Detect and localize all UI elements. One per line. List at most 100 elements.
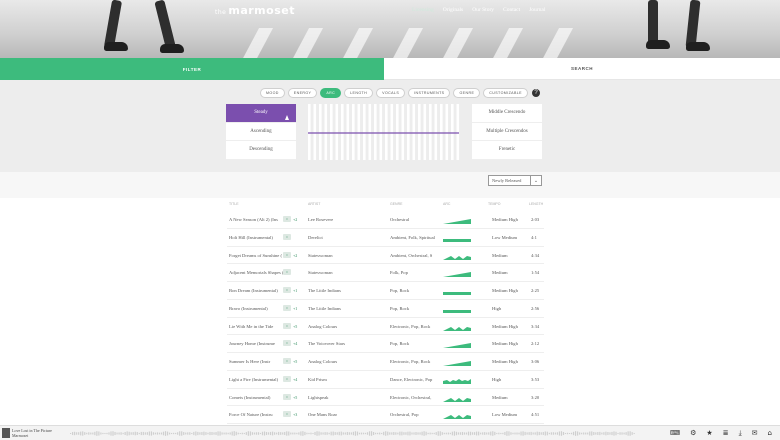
table-row[interactable]: Force Of Nature (Instru One Mans Roar Orch…: [227, 406, 544, 424]
alternate-versions-count[interactable]: +5: [293, 359, 297, 364]
filter-pill-length[interactable]: LENGTH: [344, 88, 374, 98]
waveform-bar: [243, 432, 245, 435]
alternate-versions-count[interactable]: +1: [293, 288, 297, 293]
table-row[interactable]: Comets (Instrumental) Lightspeak Electroni…: [227, 389, 544, 407]
help-icon[interactable]: ?: [532, 89, 540, 97]
track-title[interactable]: A New Season (Alt 2) (Ins: [229, 217, 283, 222]
track-artist[interactable]: Kid Prism: [308, 377, 327, 382]
stems-badge-icon[interactable]: ≡: [283, 358, 291, 364]
table-row[interactable]: Forget Dreams of Sunshine (Stateswoman Am…: [227, 247, 544, 265]
track-artist[interactable]: Lightspeak: [308, 395, 328, 400]
stems-badge-icon[interactable]: ≡: [283, 411, 291, 418]
column-length[interactable]: LENGTH: [529, 202, 543, 206]
nav-link-contact[interactable]: Contact: [503, 7, 520, 13]
table-row[interactable]: Lie With Me in the Tide Analog Colours Ele…: [227, 318, 544, 336]
table-row[interactable]: Summer Is Here (Instr Analog Colours Elect…: [227, 353, 544, 371]
alternate-versions-count[interactable]: +4: [293, 377, 297, 382]
track-title[interactable]: Forget Dreams of Sunshine (: [229, 253, 283, 258]
download-icon[interactable]: ⤓: [739, 429, 742, 437]
track-artist[interactable]: Lee Rosevere: [308, 217, 333, 222]
sliders-icon[interactable]: ⚙: [690, 429, 696, 437]
track-artist[interactable]: Analog Colours: [308, 359, 337, 364]
column-genre[interactable]: GENRE: [390, 202, 402, 206]
filter-pill-vocals[interactable]: VOCALS: [376, 88, 406, 98]
alternate-versions-count[interactable]: +2: [293, 253, 297, 258]
track-title[interactable]: Comets (Instrumental): [229, 395, 283, 400]
alternate-versions-count[interactable]: +3: [293, 412, 297, 417]
table-row[interactable]: Adjacent Memorials Shapes (Instru Statesw…: [227, 264, 544, 282]
album-thumbnail[interactable]: [2, 428, 10, 438]
nav-link-our-story[interactable]: Our Story: [472, 7, 494, 13]
track-title[interactable]: Lie With Me in the Tide: [229, 324, 283, 329]
track-title[interactable]: Adjacent Memorials Shapes (Instru: [229, 270, 283, 275]
arc-option-descending[interactable]: Descending: [226, 141, 296, 160]
table-row[interactable]: A New Season (Alt 2) (Ins Lee Rosevere Orc…: [227, 211, 544, 229]
star-icon[interactable]: ★: [706, 429, 712, 437]
column-tempo[interactable]: TEMPO: [488, 202, 500, 206]
waveform[interactable]: [70, 430, 635, 437]
table-row[interactable]: Holt Hill (Instrumental) Derelict Ambient,…: [227, 229, 544, 247]
track-title[interactable]: Bravo (Instrumental): [229, 306, 283, 311]
stems-badge-icon[interactable]: ≡: [283, 340, 291, 347]
filter-pill-arc[interactable]: ARC: [320, 88, 342, 98]
arc-preview-graph: [308, 104, 460, 160]
stems-badge-icon[interactable]: ≡: [283, 269, 291, 276]
keyboard-icon[interactable]: ⌨: [670, 429, 680, 437]
table-row[interactable]: Light a Fire (Instrumental) Kid Prism Danc…: [227, 371, 544, 389]
alternate-versions-count[interactable]: +5: [293, 324, 297, 329]
track-artist[interactable]: One Mans Roar: [308, 412, 337, 417]
filter-pill-genre[interactable]: GENRE: [453, 88, 481, 98]
track-artist[interactable]: Stateswoman: [308, 253, 333, 258]
arc-option-multiple-crescendos[interactable]: Multiple Crescendos: [472, 123, 542, 142]
site-logo[interactable]: the marmoset: [215, 4, 295, 17]
track-artist[interactable]: The Little Indians: [308, 306, 341, 311]
alternate-versions-count[interactable]: +4: [293, 341, 297, 346]
stems-badge-icon[interactable]: ≡: [283, 216, 291, 222]
alternate-versions-count[interactable]: +1: [293, 306, 297, 311]
alternate-versions-count[interactable]: +5: [293, 395, 297, 400]
stems-badge-icon[interactable]: ≡: [283, 287, 291, 293]
column-arc[interactable]: ARC: [443, 202, 450, 206]
arc-option-middle-crescendo[interactable]: Middle Crescendo: [472, 104, 542, 123]
track-artist[interactable]: The Voiceover Stars: [308, 341, 345, 346]
filter-pill-energy[interactable]: ENERGY: [287, 88, 318, 98]
stems-badge-icon[interactable]: ≡: [283, 322, 291, 329]
track-artist[interactable]: Analog Colours: [308, 324, 337, 329]
filter-pill-mood[interactable]: MOOD: [260, 88, 285, 98]
chat-icon[interactable]: ✉: [752, 429, 758, 437]
table-row[interactable]: Bravo (Instrumental) The Little Indians Po…: [227, 300, 544, 318]
stems-badge-icon[interactable]: ≡: [283, 375, 291, 382]
cart-icon[interactable]: ⌂: [768, 429, 772, 437]
stems-badge-icon[interactable]: ≡: [283, 393, 291, 400]
track-title[interactable]: Light a Fire (Instrumental): [229, 377, 283, 382]
arc-option-frenetic[interactable]: Frenetic: [472, 141, 542, 160]
track-artist[interactable]: The Little Indians: [308, 288, 341, 293]
code-icon[interactable]: ≣: [723, 429, 729, 437]
table-row[interactable]: Journey Home (Instrume The Voiceover Star…: [227, 335, 544, 353]
column-title[interactable]: TITLE: [229, 202, 239, 206]
tab-filter[interactable]: FILTER: [0, 58, 384, 80]
waveform-bar: [100, 432, 102, 435]
alternate-versions-count[interactable]: +2: [293, 217, 297, 222]
track-artist[interactable]: Stateswoman: [308, 270, 333, 275]
track-title[interactable]: Bon Dream (Instrumental): [229, 288, 283, 293]
stems-badge-icon[interactable]: ≡: [283, 304, 291, 311]
column-artist[interactable]: ARTIST: [308, 202, 320, 206]
track-title[interactable]: Journey Home (Instrume: [229, 341, 283, 346]
tab-search[interactable]: SEARCH: [384, 58, 780, 80]
stems-badge-icon[interactable]: ≡: [283, 233, 291, 240]
nav-link-journal[interactable]: Journal: [529, 7, 545, 13]
sort-select[interactable]: Newly Released ⌄: [488, 175, 542, 186]
arc-option-ascending[interactable]: Ascending: [226, 123, 296, 142]
stems-badge-icon[interactable]: ≡: [283, 251, 291, 258]
nav-link-licensing[interactable]: Licensing: [412, 7, 434, 13]
track-title[interactable]: Holt Hill (Instrumental): [229, 235, 283, 240]
filter-pill-customizable[interactable]: CUSTOMIZABLE: [483, 88, 528, 98]
track-title[interactable]: Summer Is Here (Instr: [229, 359, 283, 364]
track-artist[interactable]: Derelict: [308, 235, 323, 240]
filter-pill-instruments[interactable]: INSTRUMENTS: [408, 88, 451, 98]
track-title[interactable]: Force Of Nature (Instru: [229, 412, 283, 417]
table-row[interactable]: Bon Dream (Instrumental) The Little India…: [227, 282, 544, 300]
nav-link-originals[interactable]: Originals: [443, 7, 463, 13]
track-arc-shape: [443, 361, 471, 366]
